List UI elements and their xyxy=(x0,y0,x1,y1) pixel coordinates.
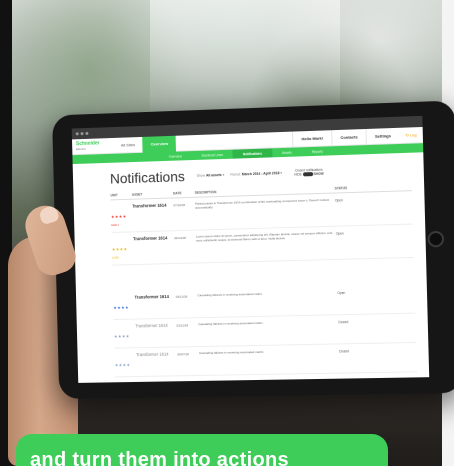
nav-contacts[interactable]: Contacts xyxy=(331,128,367,146)
row-unit: ★★★★ xyxy=(114,324,136,342)
row-unit: ★★★★ HIGH xyxy=(111,205,133,227)
table-row[interactable]: ★★★★ Transformer 1614 09/07/18 Cascading… xyxy=(114,342,417,378)
toggle-hide-label: HIDE xyxy=(294,172,302,177)
row-asset: Transformer 1614 xyxy=(135,322,168,329)
row-description: Cascading failures in receiving automate… xyxy=(198,349,265,356)
subnav-assets[interactable]: Assets xyxy=(272,147,302,157)
row-unit: ★★★★ xyxy=(113,296,135,314)
subnav-overview[interactable]: Overview xyxy=(159,151,192,161)
row-unit: ★★★★ xyxy=(115,353,137,371)
row-status: Open xyxy=(334,198,343,203)
subnav-reports[interactable]: Reports xyxy=(302,146,334,156)
nav-user-greeting[interactable]: Hello Mark! xyxy=(292,129,332,148)
row-date: 03/12/18 xyxy=(175,294,188,299)
col-status[interactable]: STATUS xyxy=(335,185,376,190)
row-status: Closed xyxy=(338,320,349,325)
row-description: Cascading failures in receiving automate… xyxy=(198,320,264,327)
table-body: ★★★★ HIGH Transformer 1614 07/16/18 Part… xyxy=(110,191,417,378)
nav-all-sites[interactable]: All Sites xyxy=(113,136,143,153)
row-date: 03/12/18 xyxy=(176,323,189,328)
row-date: 06/14/18 xyxy=(174,235,186,241)
row-status: Closed xyxy=(338,349,350,354)
filter-period-value: March 2014 - April 2018 xyxy=(241,171,280,177)
severity-stars-icon: ★★★★ xyxy=(111,246,128,252)
logo-line1: Schneider xyxy=(75,139,100,147)
window-dot-icon xyxy=(85,131,89,135)
filter-period-label: Period: xyxy=(230,172,242,177)
logo-line2: Electric xyxy=(76,146,86,151)
filter-show-value: All assets xyxy=(205,173,222,178)
main-content: Notifications Show All assets ▾ Period: … xyxy=(73,152,429,378)
col-date[interactable]: DATE xyxy=(173,191,195,195)
row-status: Open xyxy=(337,290,346,296)
row-unit: ★★★★ LOW xyxy=(112,237,134,259)
page-title: Notifications xyxy=(109,168,185,187)
row-asset: Transformer 1614 xyxy=(135,351,169,358)
subnav-notifications[interactable]: Notifications xyxy=(232,148,273,159)
closed-toggle-group: Closed notifications HIDE SHOW xyxy=(294,168,324,177)
row-description: Partial pulses in Transformer 1614 combi… xyxy=(195,197,330,210)
window-dot-icon xyxy=(80,132,84,136)
filter-show-label: Show xyxy=(196,173,206,178)
toggle-show-label: SHOW xyxy=(313,171,324,176)
home-button[interactable] xyxy=(427,230,445,248)
row-asset: Transformer 1614 xyxy=(134,293,169,300)
brand-logo: Schneider Electric xyxy=(72,140,113,151)
severity-stars-icon: ★★★★ xyxy=(113,304,129,311)
filter-show[interactable]: Show All assets ▾ xyxy=(197,173,225,178)
header-row: Notifications Show All assets ▾ Period: … xyxy=(110,161,412,187)
nav-settings[interactable]: Settings xyxy=(365,127,400,145)
severity-stars-icon: ★★★★ xyxy=(114,333,130,339)
col-unit[interactable]: UNIT xyxy=(110,193,132,197)
window-dot-icon xyxy=(75,132,79,136)
closed-toggle-switch[interactable] xyxy=(302,172,313,177)
caption-text: and turn them into actions xyxy=(30,449,289,466)
row-status: Open xyxy=(335,231,344,236)
severity-stars-icon: ★★★★ xyxy=(110,213,127,220)
subnav-electrical-lines[interactable]: Electrical Lines xyxy=(192,150,233,160)
row-date: 07/16/18 xyxy=(173,203,186,208)
row-description: Lorem ipsum dolor sit amet, consectetur … xyxy=(195,230,333,243)
nav-overview[interactable]: Overview xyxy=(142,135,177,153)
tablet-screen: Schneider Electric All Sites Overview He… xyxy=(71,115,430,383)
row-asset: Transformer 1614 xyxy=(132,202,167,209)
severity-label: LOW xyxy=(111,255,119,260)
nav-login-label: Log xyxy=(409,132,417,138)
tablet-device: Schneider Electric All Sites Overview He… xyxy=(52,100,454,399)
window-light xyxy=(150,0,340,115)
row-asset: Transformer 1614 xyxy=(132,235,168,242)
filter-period[interactable]: Period: March 2014 - April 2018 ▾ xyxy=(230,171,282,177)
row-date: 09/07/18 xyxy=(177,352,189,357)
severity-label: HIGH xyxy=(111,222,119,228)
col-asset[interactable]: ASSET xyxy=(132,191,173,196)
severity-stars-icon: ★★★★ xyxy=(114,362,131,368)
row-description: Cascading failures in receiving automate… xyxy=(197,291,263,298)
nav-login[interactable]: ⟲ Log xyxy=(399,132,423,138)
